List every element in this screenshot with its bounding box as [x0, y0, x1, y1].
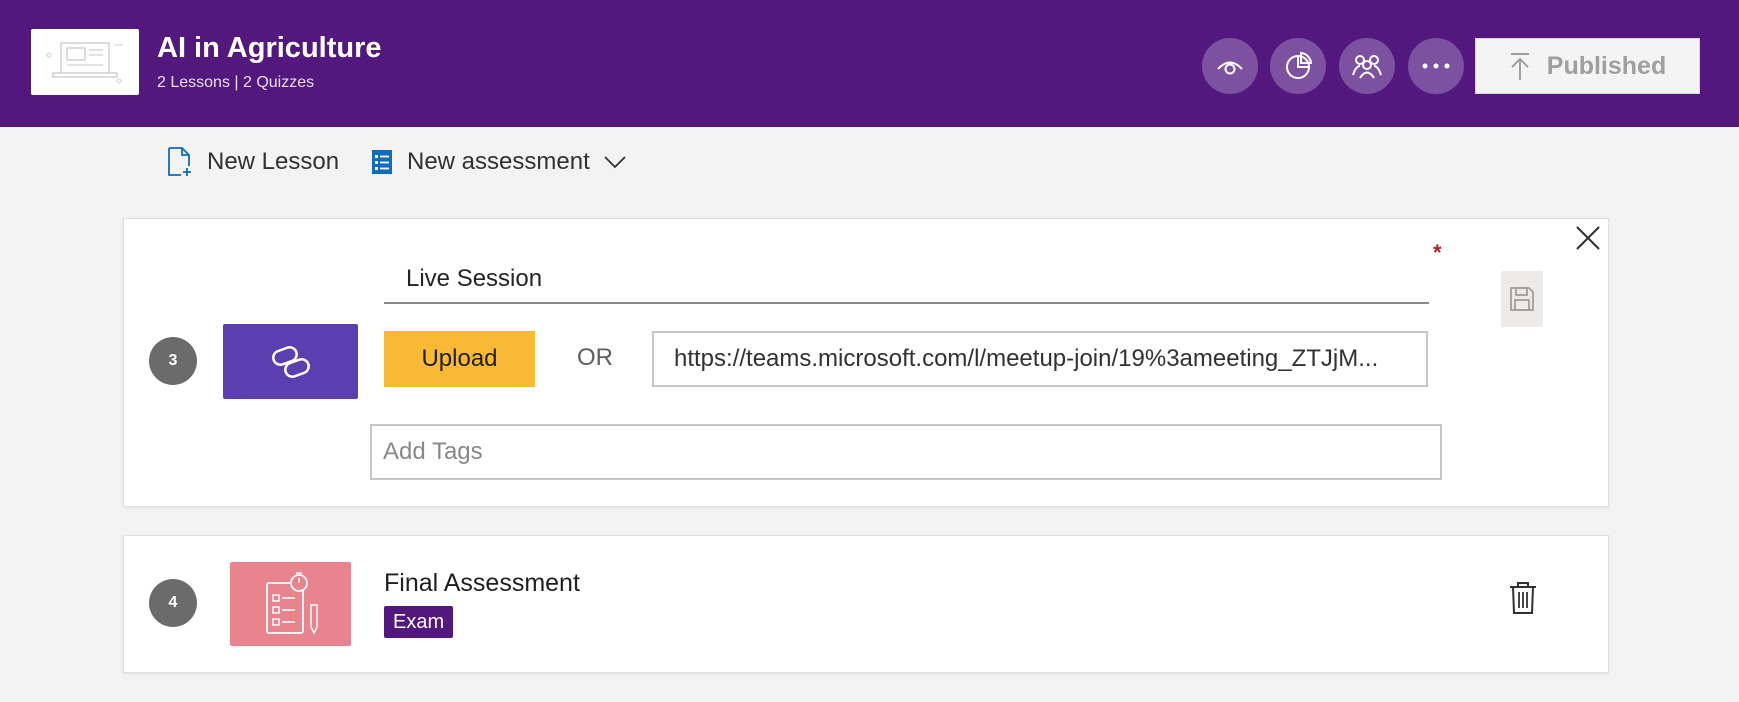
upload-arrow-icon: [1510, 53, 1529, 80]
course-thumbnail: [31, 29, 139, 95]
eye-icon: [1217, 61, 1243, 75]
preview-button[interactable]: [1202, 38, 1258, 94]
checklist-icon: [372, 150, 392, 174]
people-icon: [1352, 55, 1382, 79]
assessment-title[interactable]: Final Assessment: [384, 569, 580, 598]
save-button[interactable]: [1501, 271, 1543, 327]
url-input[interactable]: [652, 331, 1428, 387]
exam-tile: [230, 562, 351, 646]
exam-badge: Exam: [384, 606, 454, 638]
link-icon: [271, 345, 310, 378]
link-content-tile[interactable]: [223, 324, 358, 399]
published-button[interactable]: Published: [1475, 38, 1700, 94]
new-document-icon: [168, 147, 191, 176]
lesson-number-badge: 3: [149, 337, 197, 385]
analytics-button[interactable]: [1270, 38, 1326, 94]
trash-icon[interactable]: [1507, 580, 1539, 616]
assessment-number-badge: 4: [149, 579, 197, 627]
floppy-disk-icon: [1510, 287, 1534, 311]
new-assessment-label: New assessment: [407, 148, 590, 175]
more-icon: [1422, 63, 1450, 69]
new-assessment-button[interactable]: New assessment: [371, 144, 626, 180]
course-title: AI in Agriculture: [157, 32, 382, 64]
course-subtitle: 2 Lessons | 2 Quizzes: [157, 74, 315, 91]
upload-button[interactable]: Upload: [384, 331, 535, 387]
members-button[interactable]: [1339, 38, 1395, 94]
close-icon[interactable]: [1574, 224, 1602, 252]
course-header: AI in Agriculture 2 Lessons | 2 Quizzes: [0, 0, 1739, 127]
new-lesson-button[interactable]: New Lesson: [167, 144, 339, 180]
exam-clipboard-icon: [265, 572, 318, 635]
required-asterisk: *: [1433, 240, 1442, 265]
add-tags-input[interactable]: [370, 424, 1442, 480]
lesson-title-input[interactable]: [384, 256, 1429, 304]
new-lesson-label: New Lesson: [207, 148, 340, 175]
pie-chart-icon: [1286, 51, 1313, 79]
more-options-button[interactable]: [1408, 38, 1464, 94]
chevron-down-icon[interactable]: [604, 155, 626, 169]
published-label: Published: [1546, 51, 1667, 80]
or-separator: OR: [577, 344, 613, 371]
